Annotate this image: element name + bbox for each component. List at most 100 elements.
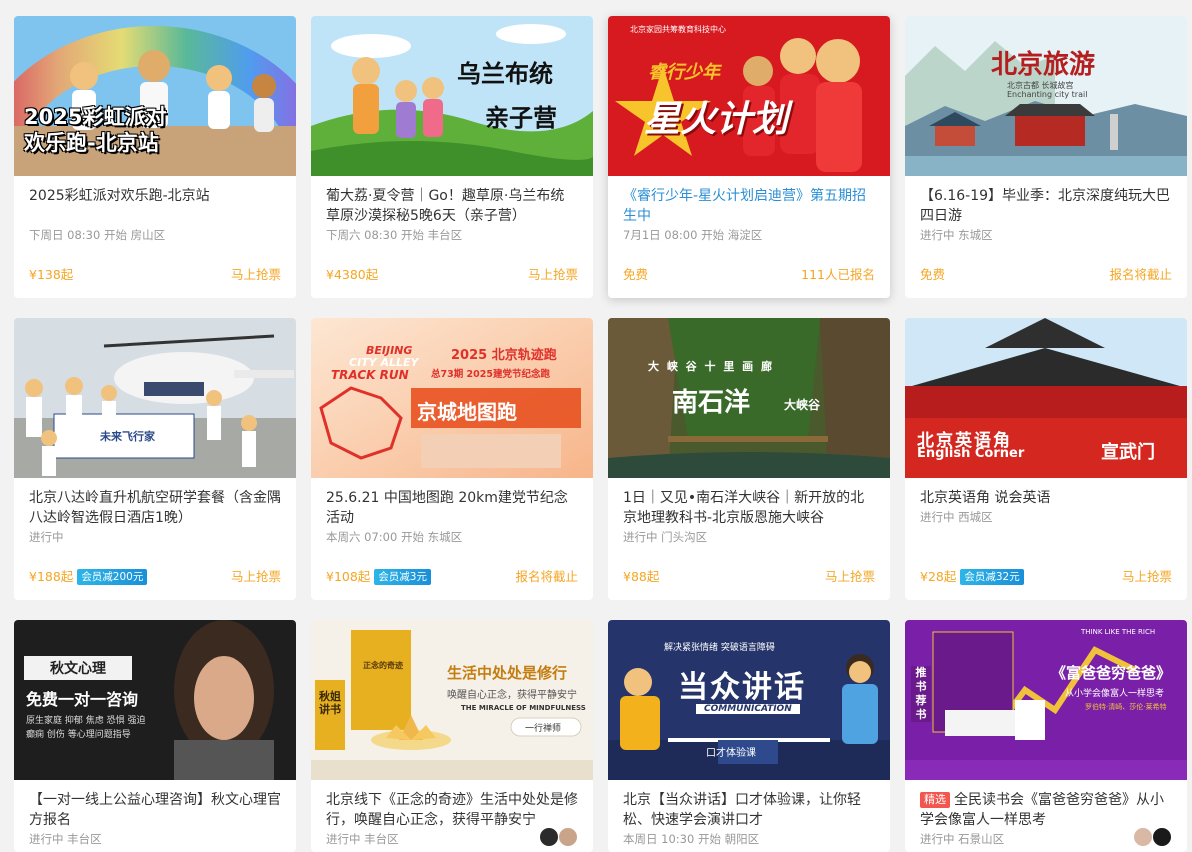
avatar <box>538 827 559 847</box>
price: ¥188起 <box>29 569 74 584</box>
activity-meta: 进行中 丰台区 <box>29 832 102 846</box>
activity-meta: 下周日 08:30 开始 房山区 <box>29 228 166 242</box>
activity-image: 解决紧张情绪 突破语言障碍 当众讲话 COMMUNICATION 口才体验课 <box>608 620 890 780</box>
avatar <box>558 827 578 847</box>
price: ¥108起 <box>326 569 371 584</box>
activity-image: 北京旅游 北京古都 长城故宫 Enchanting city trail <box>905 16 1187 176</box>
avatar <box>1132 827 1153 847</box>
activity-card[interactable]: 正念的奇迹 秋姐讲书 生活中处处是修行 唤醒自心正念，获得平静安宁 THE MI… <box>311 620 593 852</box>
buy-ticket-link[interactable]: 马上抢票 <box>231 568 281 586</box>
image-text: 《富爸爸穷爸爸》 <box>1051 664 1172 682</box>
image-text: English Corner <box>917 446 1025 461</box>
image-text: 口才体验课 <box>706 748 756 759</box>
activity-image: 乌兰布统 亲子营 <box>311 16 593 176</box>
activity-title: 2025彩虹派对欢乐跑-北京站 <box>29 188 210 204</box>
activity-card[interactable]: 未来飞行家 北京八达岭直升机航空研学套餐（含金隅八达岭智选假日酒店1晚） 进行中… <box>14 318 296 600</box>
card-footer: 免费 报名将截止 <box>920 266 1172 284</box>
activity-grid: 2025彩虹派对 欢乐跑-北京站 2025彩虹派对欢乐跑-北京站 下周日 08:… <box>14 16 1187 852</box>
activity-image: 2025彩虹派对 欢乐跑-北京站 <box>14 16 296 176</box>
activity-card[interactable]: 北京旅游 北京古都 长城故宫 Enchanting city trail 【6.… <box>905 16 1187 298</box>
buy-ticket-link[interactable]: 马上抢票 <box>528 266 578 284</box>
image-text: THINK LIKE THE RICH <box>1081 628 1156 636</box>
activity-meta: 进行中 石景山区 <box>920 832 1005 846</box>
activity-meta: 进行中 丰台区 <box>326 832 399 846</box>
price: ¥88起 <box>623 569 660 584</box>
image-text: 2025 北京轨迹跑 <box>451 348 557 363</box>
activity-card[interactable]: 大 峡 谷 十 里 画 廊 南石洋 大峡谷 1日｜又见•南石洋大峡谷｜新开放的北… <box>608 318 890 600</box>
image-text: 大峡谷 <box>784 398 821 412</box>
activity-card[interactable]: 推书荐书 《富爸爸穷爸爸》 从小学会像富人一样思考 罗伯特·清崎、莎伦·莱希特 … <box>905 620 1187 852</box>
activity-card[interactable]: 解决紧张情绪 突破语言障碍 当众讲话 COMMUNICATION 口才体验课 北… <box>608 620 890 852</box>
activity-image: 正念的奇迹 秋姐讲书 生活中处处是修行 唤醒自心正念，获得平静安宁 THE MI… <box>311 620 593 780</box>
featured-tag: 精选 <box>920 792 950 808</box>
card-footer: ¥188起 会员减200元 马上抢票 <box>29 568 281 586</box>
activity-title: 精选 全民读书会《富爸爸穷爸爸》从小学会像富人一样思考 <box>920 790 1172 830</box>
activity-meta: 进行中 西城区 <box>920 510 993 524</box>
price: ¥28起 <box>920 569 957 584</box>
image-text: 星火计划 <box>644 99 789 140</box>
image-text: TRACK RUN <box>331 368 409 382</box>
image-text: 北京旅游 <box>991 50 1096 80</box>
member-discount-badge: 会员减32元 <box>960 569 1024 585</box>
activity-title: 《睿行少年-星火计划启迪营》第五期招生中 <box>623 188 867 224</box>
activity-title: 北京英语角 说会英语 <box>920 490 1051 506</box>
image-text: COMMUNICATION <box>696 704 800 714</box>
activity-image: 大 峡 谷 十 里 画 廊 南石洋 大峡谷 <box>608 318 890 478</box>
image-text: 从小学会像富人一样思考 <box>1065 689 1165 699</box>
price: 免费 <box>920 267 946 282</box>
buy-ticket-link[interactable]: 马上抢票 <box>231 266 281 284</box>
image-text: 罗伯特·清崎、莎伦·莱希特 <box>1085 703 1167 711</box>
image-text: 总73期 2025建党节纪念跑 <box>431 369 550 380</box>
image-text: 免费一对一咨询 <box>26 690 139 709</box>
card-footer: ¥4380起 马上抢票 <box>326 266 578 284</box>
activity-card[interactable]: 2025彩虹派对 欢乐跑-北京站 2025彩虹派对欢乐跑-北京站 下周日 08:… <box>14 16 296 298</box>
activity-image: 秋文心理 免费一对一咨询 原生家庭 抑郁 焦虑 恐惧 强迫 癫痫 创伤 等心理问… <box>14 620 296 780</box>
image-text: 秋姐讲书 <box>319 690 341 716</box>
image-text: 南石洋 <box>672 388 751 418</box>
activity-card[interactable]: 北京家园共筹教育科技中心 睿行少年 星火计划 《睿行少年-星火计划启迪营》第五期… <box>608 16 890 298</box>
image-text: 睿行少年 <box>648 62 720 83</box>
image-text: 生活中处处是修行 <box>447 664 568 682</box>
activity-card[interactable]: 秋文心理 免费一对一咨询 原生家庭 抑郁 焦虑 恐惧 强迫 癫痫 创伤 等心理问… <box>14 620 296 852</box>
card-footer: ¥28起 会员减32元 马上抢票 <box>920 568 1172 586</box>
image-text: 推书荐书 <box>911 666 931 722</box>
signup-deadline-link[interactable]: 报名将截止 <box>515 568 578 586</box>
activity-title: 葡大荔·夏令营｜Go！趣草原·乌兰布统草原沙漠探秘5晚6天（亲子营） <box>326 188 565 224</box>
participant-avatars <box>538 827 578 849</box>
price: ¥4380起 <box>326 267 379 282</box>
activity-meta: 本周日 10:30 开始 朝阳区 <box>623 832 760 846</box>
activity-image: BEIJING CITY ALLEY TRACK RUN 2025 北京轨迹跑 … <box>311 318 593 478</box>
buy-ticket-link[interactable]: 马上抢票 <box>825 568 875 586</box>
activity-title: 1日｜又见•南石洋大峡谷｜新开放的北京地理教科书-北京版恩施大峡谷 <box>623 490 865 526</box>
image-text: 2025彩虹派对 <box>24 105 167 129</box>
image-text: 北京家园共筹教育科技中心 <box>630 25 726 34</box>
avatar <box>1152 827 1172 847</box>
activity-meta: 进行中 东城区 <box>920 228 993 242</box>
image-text: 乌兰布统 <box>457 60 553 88</box>
card-footer: 免费 111人已报名 <box>623 266 875 284</box>
image-text: THE MIRACLE OF MINDFULNESS <box>461 704 586 712</box>
activity-meta: 本周六 07:00 开始 东城区 <box>326 530 463 544</box>
signup-deadline-link[interactable]: 报名将截止 <box>1109 266 1172 284</box>
image-text: 大 峡 谷 十 里 画 廊 <box>648 360 774 373</box>
image-text: 未来飞行家 <box>100 430 155 443</box>
price: ¥138起 <box>29 267 74 282</box>
activity-title: 25.6.21 中国地图跑 20km建党节纪念活动 <box>326 490 568 526</box>
activity-title: 【6.16-19】毕业季：北京深度纯玩大巴四日游 <box>920 188 1171 224</box>
activity-image: 北京英语角 English Corner 宣武门 <box>905 318 1187 478</box>
member-discount-badge: 会员减200元 <box>77 569 148 585</box>
activity-card[interactable]: 北京英语角 English Corner 宣武门 北京英语角 说会英语 进行中 … <box>905 318 1187 600</box>
activity-card[interactable]: 乌兰布统 亲子营 葡大荔·夏令营｜Go！趣草原·乌兰布统草原沙漠探秘5晚6天（亲… <box>311 16 593 298</box>
activity-title-text: 全民读书会《富爸爸穷爸爸》从小学会像富人一样思考 <box>920 792 1164 828</box>
buy-ticket-link[interactable]: 马上抢票 <box>1122 568 1172 586</box>
image-text: 秋文心理 <box>24 656 132 680</box>
image-text: 一行禅师 <box>525 724 562 734</box>
activity-meta: 进行中 门头沟区 <box>623 530 708 544</box>
image-text: 京城地图跑 <box>417 400 517 424</box>
activity-image: 推书荐书 《富爸爸穷爸爸》 从小学会像富人一样思考 罗伯特·清崎、莎伦·莱希特 … <box>905 620 1187 780</box>
activity-card[interactable]: BEIJING CITY ALLEY TRACK RUN 2025 北京轨迹跑 … <box>311 318 593 600</box>
card-footer: ¥108起 会员减3元 报名将截止 <box>326 568 578 586</box>
image-text: 宣武门 <box>1101 442 1155 463</box>
activity-meta: 下周六 08:30 开始 丰台区 <box>326 228 463 242</box>
activity-title: 北京八达岭直升机航空研学套餐（含金隅八达岭智选假日酒店1晚） <box>29 490 281 526</box>
